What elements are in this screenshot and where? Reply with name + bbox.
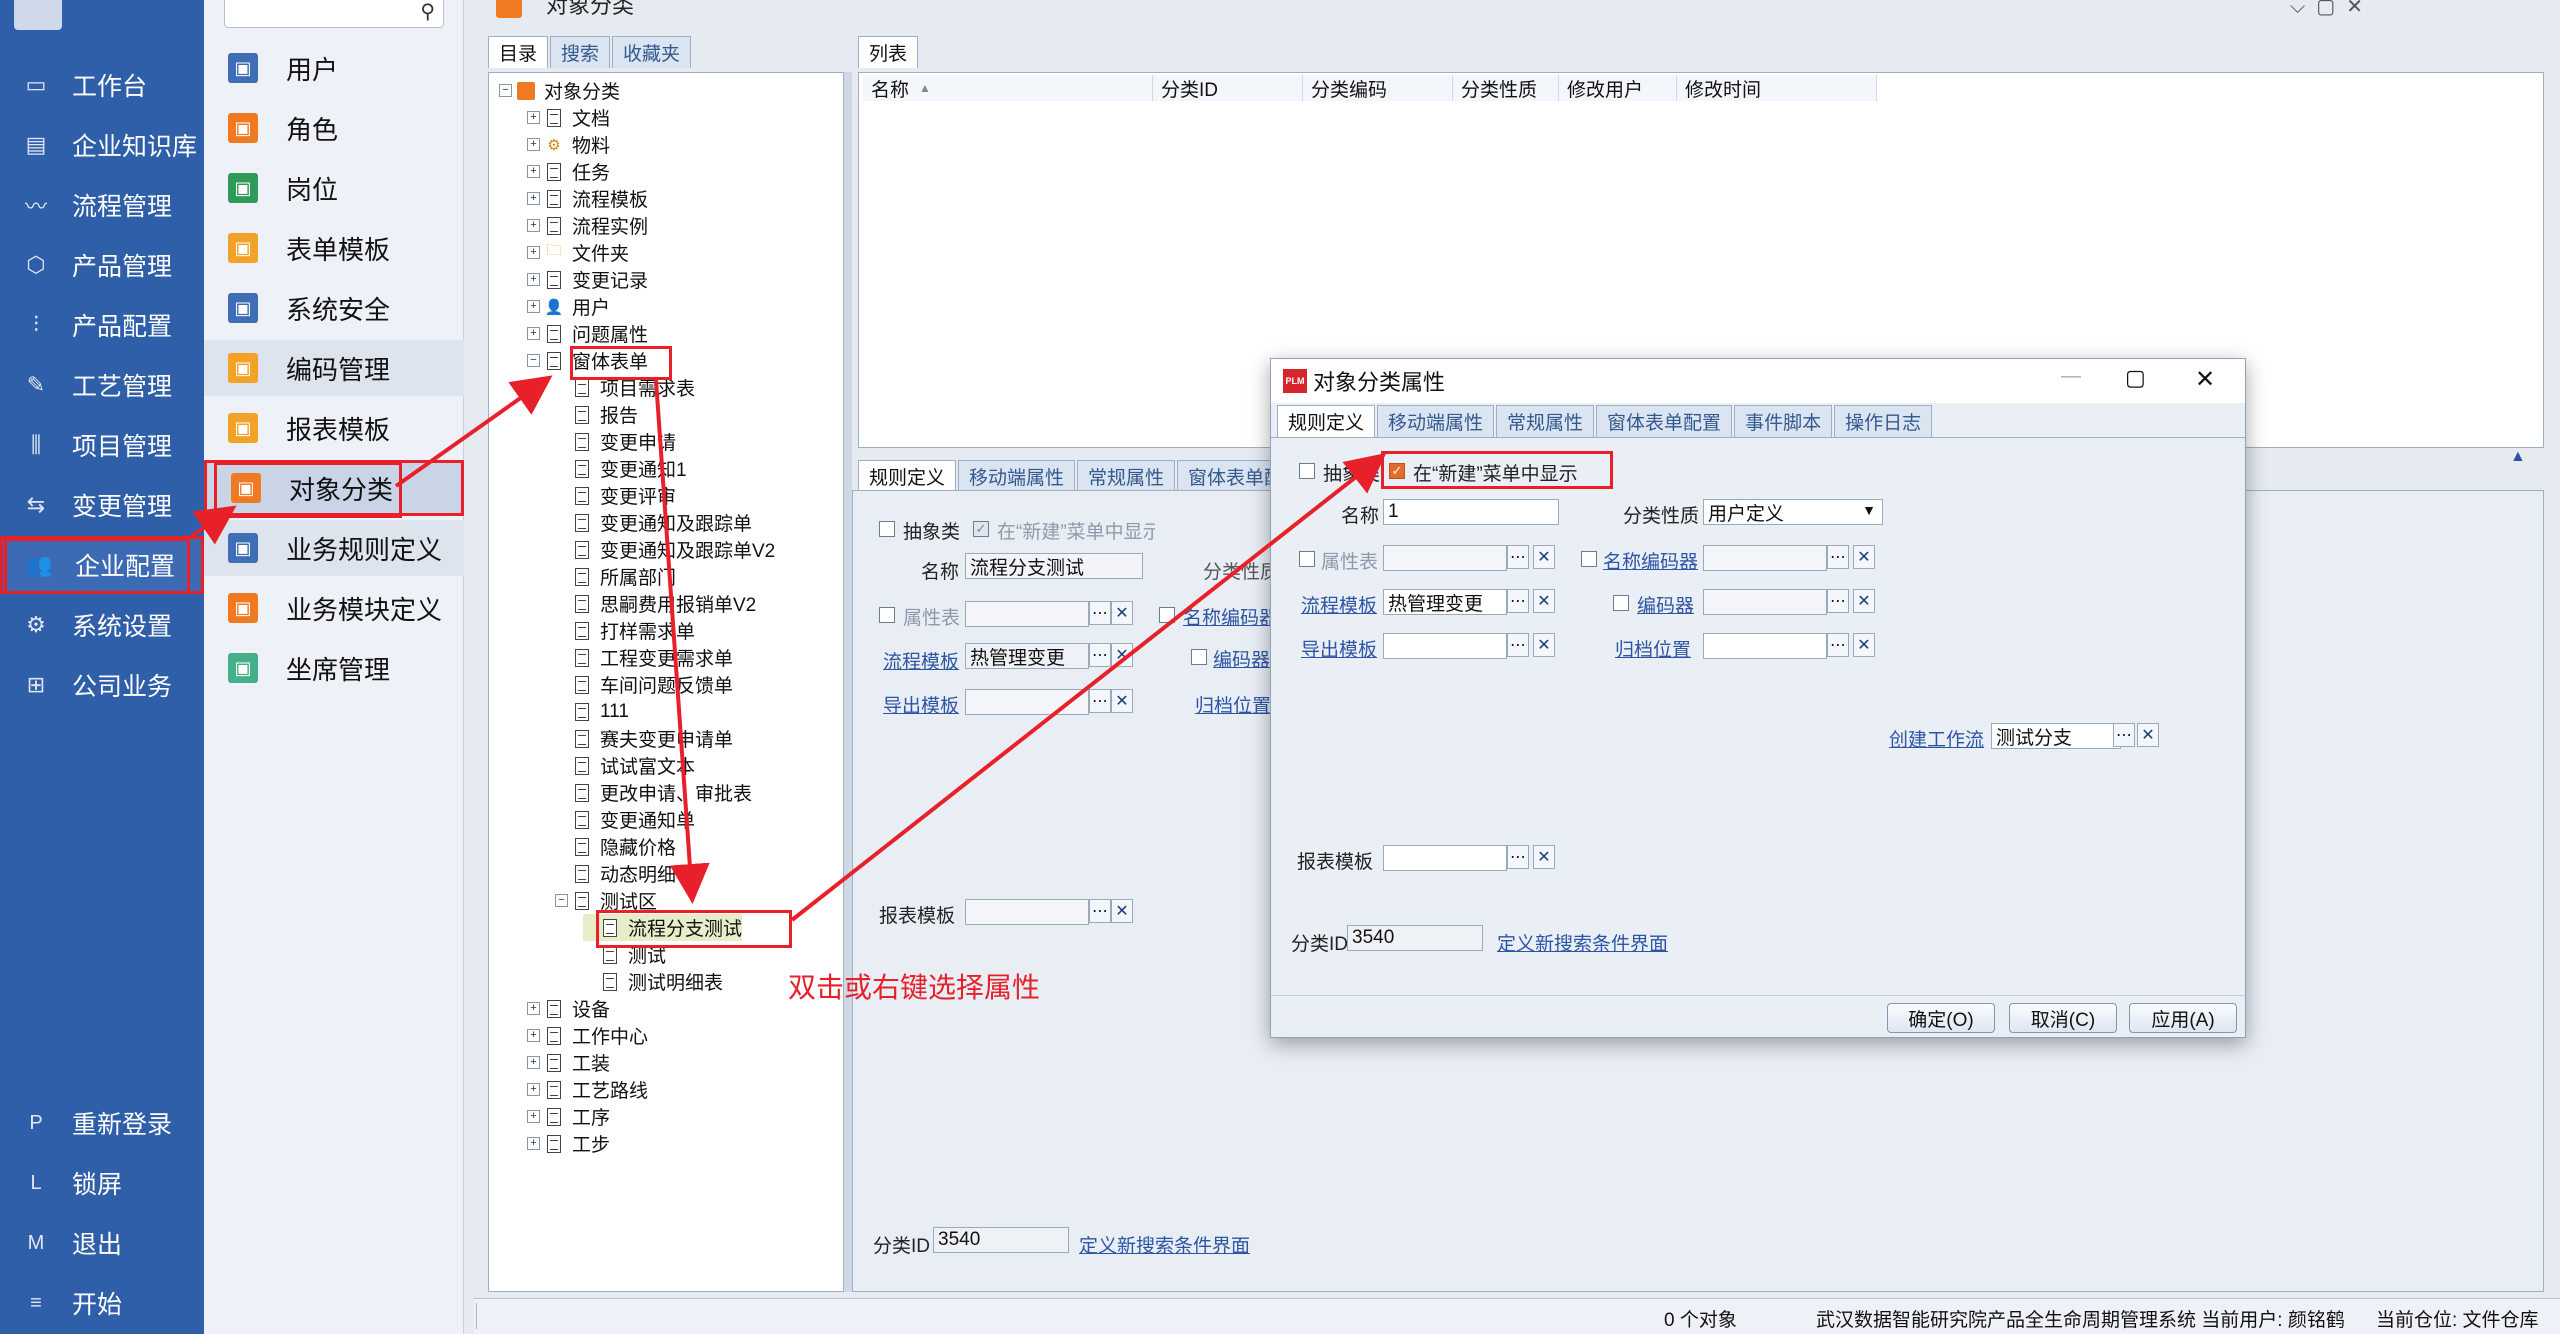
annotation-arrows — [184, 375, 1387, 922]
arrow — [654, 379, 710, 904]
arrow — [790, 453, 1387, 922]
arrow — [394, 375, 553, 488]
arrow — [184, 505, 237, 545]
annotation-text: 双击或右键选择属性 — [788, 972, 1041, 1003]
